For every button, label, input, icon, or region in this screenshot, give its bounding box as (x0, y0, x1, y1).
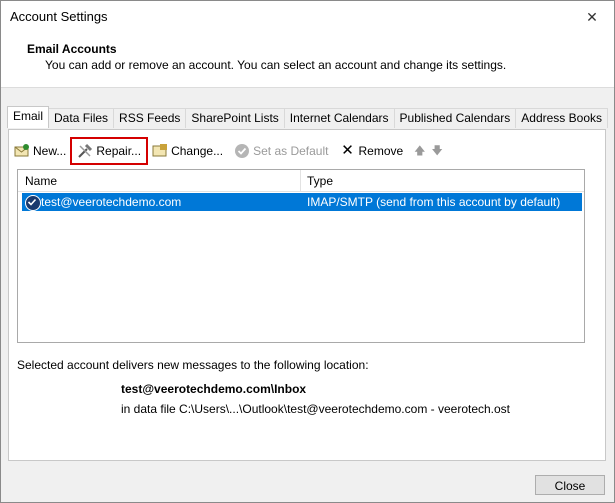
window-title: Account Settings (10, 9, 108, 24)
delivery-location-label: Selected account delivers new messages t… (17, 358, 369, 372)
set-as-default-label: Set as Default (253, 144, 329, 158)
repair-label: Repair... (96, 144, 142, 158)
tab-email[interactable]: Email (7, 106, 50, 128)
change-account-icon (152, 143, 168, 159)
new-mail-icon (14, 143, 30, 159)
arrow-up-icon: 🡅 (414, 144, 426, 157)
tab-rss-feeds[interactable]: RSS Feeds (113, 108, 187, 128)
repair-button[interactable]: Repair... (70, 137, 149, 165)
new-label: New... (33, 144, 67, 158)
tab-data-files[interactable]: Data Files (48, 108, 115, 128)
account-name: test@veerotechdemo.com (41, 195, 182, 209)
close-button[interactable]: Close (535, 475, 605, 495)
account-toolbar: New... Repair... Change... Set as Defaul… (11, 137, 451, 165)
footer (1, 463, 614, 502)
tab-address-books[interactable]: Address Books (515, 108, 608, 128)
change-button[interactable]: Change... (149, 141, 226, 161)
set-as-default-button[interactable]: Set as Default (231, 141, 331, 161)
column-header-name[interactable]: Name (25, 174, 57, 188)
new-account-button[interactable]: New... (11, 141, 69, 161)
change-label: Change... (171, 144, 224, 158)
remove-x-icon: ✕ (341, 142, 354, 159)
account-type: IMAP/SMTP (send from this account by def… (307, 195, 561, 209)
delivery-folder-path: test@veerotechdemo.com\Inbox (121, 382, 307, 396)
account-settings-window: Account Settings ✕ Email Accounts You ca… (0, 0, 615, 503)
tools-icon (77, 143, 93, 159)
column-header-type[interactable]: Type (307, 174, 333, 188)
title-bar: Account Settings ✕ (1, 1, 614, 33)
section-description: You can add or remove an account. You ca… (45, 58, 507, 72)
header: Email Accounts You can add or remove an … (1, 33, 614, 88)
default-account-check-icon (25, 195, 41, 211)
remove-button[interactable]: ✕ Remove (336, 141, 406, 161)
check-circle-icon (234, 143, 250, 159)
tab-strip: Email Data Files RSS Feeds SharePoint Li… (7, 106, 608, 129)
tab-sharepoint-lists[interactable]: SharePoint Lists (185, 108, 285, 128)
accounts-list: Name Type test@veerotechdemo.com IMAP/SM… (17, 169, 585, 343)
move-down-button[interactable]: 🡇 (428, 141, 445, 161)
accounts-list-header: Name Type (18, 170, 584, 192)
window-close-icon[interactable]: ✕ (582, 7, 602, 27)
table-row[interactable]: test@veerotechdemo.com IMAP/SMTP (send f… (22, 193, 582, 211)
move-up-button[interactable]: 🡅 (411, 141, 428, 161)
column-divider (300, 170, 301, 191)
remove-label: Remove (358, 144, 404, 158)
data-file-path: in data file C:\Users\...\Outlook\test@v… (121, 402, 511, 416)
arrow-down-icon: 🡇 (431, 144, 443, 157)
section-title: Email Accounts (27, 42, 117, 56)
tab-internet-calendars[interactable]: Internet Calendars (283, 108, 395, 128)
tab-published-calendars[interactable]: Published Calendars (393, 108, 517, 128)
